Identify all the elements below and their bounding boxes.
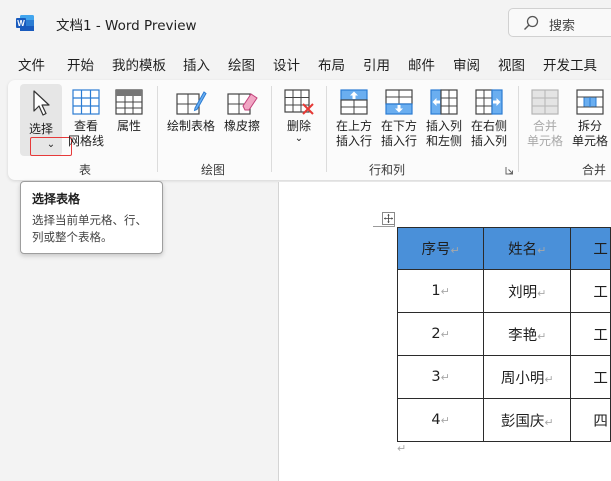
menu-design[interactable]: 设计: [273, 54, 300, 74]
table-cell[interactable]: 3↵: [396, 355, 485, 399]
menu-insert[interactable]: 插入: [183, 54, 210, 74]
ribbon: 选择 ⌄ 查看 网格线 属性 表 绘制表格 橡皮擦 绘图 删除 ⌄ 在上方 插入…: [8, 80, 611, 180]
menu-file[interactable]: 文件: [18, 54, 45, 74]
insert-column-right-icon: [475, 89, 503, 115]
insert-column-left-icon: [430, 89, 458, 115]
properties-label: 属性: [116, 119, 141, 133]
insert-right-button[interactable]: 在右侧 插入列: [468, 88, 510, 149]
menu-home[interactable]: 开始: [67, 54, 94, 74]
select-label: 选择: [28, 122, 53, 136]
split-cells-icon: [576, 89, 604, 115]
table-cell[interactable]: 2↵: [396, 312, 485, 356]
margin-mark: [373, 226, 395, 227]
group-label-draw: 绘图: [201, 163, 226, 177]
table-cell[interactable]: 1↵: [396, 269, 485, 313]
insert-row-above-icon: [340, 89, 368, 115]
menu-developer[interactable]: 开发工具: [543, 54, 597, 74]
insert-left-label: 插入列 和左侧: [425, 119, 462, 148]
table-header-cell[interactable]: 工: [570, 227, 611, 270]
table-cell[interactable]: 工: [570, 312, 611, 356]
merge-cells-icon: [531, 89, 559, 115]
menu-mailings[interactable]: 邮件: [408, 54, 435, 74]
group-label-merge: 合并: [582, 163, 607, 177]
search-box[interactable]: 搜索: [508, 8, 611, 37]
table-cell[interactable]: 李艳↵: [483, 312, 572, 356]
delete-button[interactable]: 删除 ⌄: [280, 88, 318, 144]
table-cell[interactable]: 四: [570, 398, 611, 442]
menu-bar: 文件 开始 我的模板 插入 绘图 设计 布局 引用 邮件 审阅 视图 开发工具: [0, 46, 611, 78]
merge-cells-label: 合并 单元格: [526, 119, 563, 148]
draw-table-pencil-icon: [176, 91, 207, 115]
draw-table-label: 绘制表格: [166, 119, 215, 133]
ribbon-separator: [157, 86, 158, 172]
menu-draw[interactable]: 绘图: [228, 54, 255, 74]
table-cell[interactable]: 周小明↵: [483, 355, 572, 399]
insert-row-below-icon: [385, 89, 413, 115]
group-label-table: 表: [79, 163, 92, 177]
select-table-tooltip: 选择表格 选择当前单元格、行、列或整个表格。: [20, 181, 163, 254]
table-row: 4↵ 彭国庆↵ 四: [396, 398, 611, 442]
search-label: 搜索: [549, 19, 576, 34]
table-row: 2↵ 李艳↵ 工: [396, 312, 611, 356]
tooltip-title: 选择表格: [32, 192, 81, 206]
insert-right-label: 在右侧 插入列: [470, 119, 507, 148]
menu-layout[interactable]: 布局: [318, 54, 345, 74]
merge-cells-button[interactable]: 合并 单元格: [523, 88, 567, 149]
menu-review[interactable]: 审阅: [453, 54, 480, 74]
svg-text:W: W: [17, 19, 25, 28]
table-cell[interactable]: 彭国庆↵: [483, 398, 572, 442]
table-properties-icon: [115, 89, 143, 115]
split-cells-button[interactable]: 拆分 单元格: [568, 88, 611, 149]
group-label-rows-cols: 行和列: [369, 163, 406, 177]
table-cell[interactable]: 刘明↵: [483, 269, 572, 313]
title-bar: W 文档1 - Word Preview 搜索: [0, 0, 611, 46]
insert-above-label: 在上方 插入行: [335, 119, 372, 148]
ribbon-separator: [518, 86, 519, 172]
table-header-row: 序号↵ 姓名↵ 工: [396, 227, 611, 270]
gridlines-icon: [72, 89, 100, 115]
insert-below-label: 在下方 插入行: [380, 119, 417, 148]
select-button[interactable]: 选择 ⌄: [20, 84, 72, 156]
document-table[interactable]: 序号↵ 姓名↵ 工 1↵ 刘明↵ 工 2↵ 李艳↵ 工 3↵ 周小明↵ 工 4↵…: [396, 227, 611, 442]
table-row: 3↵ 周小明↵ 工: [396, 355, 611, 399]
draw-table-button[interactable]: 绘制表格: [166, 88, 216, 134]
cursor-arrow-icon: [33, 90, 50, 116]
table-cell[interactable]: 工: [570, 355, 611, 399]
insert-left-button[interactable]: 插入列 和左侧: [423, 88, 465, 149]
tooltip-body: 选择当前单元格、行、列或整个表格。: [32, 213, 147, 244]
properties-button[interactable]: 属性: [111, 88, 147, 134]
insert-below-button[interactable]: 在下方 插入行: [378, 88, 420, 149]
eraser-button[interactable]: 橡皮擦: [221, 88, 263, 134]
ribbon-separator: [271, 86, 272, 172]
dialog-launcher-icon[interactable]: [505, 166, 514, 175]
menu-my-templates[interactable]: 我的模板: [112, 54, 166, 74]
table-row: 1↵ 刘明↵ 工: [396, 269, 611, 313]
table-header-cell[interactable]: 序号↵: [396, 227, 485, 270]
paragraph-mark: ↵: [397, 442, 407, 455]
eraser-label: 橡皮擦: [223, 119, 260, 133]
menu-view[interactable]: 视图: [498, 54, 525, 74]
delete-table-icon: [284, 89, 314, 115]
eraser-icon: [227, 93, 258, 115]
view-gridlines-button[interactable]: 查看 网格线: [65, 88, 107, 149]
insert-above-button[interactable]: 在上方 插入行: [333, 88, 375, 149]
table-move-handle-icon[interactable]: [382, 212, 395, 225]
table-header-cell[interactable]: 姓名↵: [483, 227, 572, 270]
split-cells-label: 拆分 单元格: [571, 119, 608, 148]
chevron-down-icon: ⌄: [294, 133, 304, 144]
table-cell[interactable]: 工: [570, 269, 611, 313]
document-title: 文档1 - Word Preview: [56, 18, 197, 34]
delete-label: 删除: [286, 119, 311, 133]
table-cell[interactable]: 4↵: [396, 398, 485, 442]
ribbon-separator: [326, 86, 327, 172]
word-logo-icon: W: [16, 15, 34, 31]
search-icon: [524, 15, 539, 30]
gridlines-label: 查看 网格线: [67, 119, 104, 148]
menu-references[interactable]: 引用: [363, 54, 390, 74]
